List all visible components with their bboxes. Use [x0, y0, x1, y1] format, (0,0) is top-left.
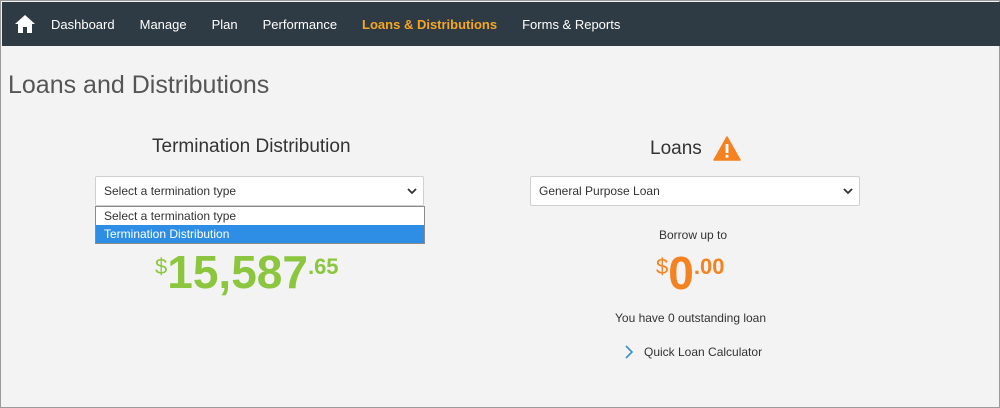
borrow-amount: $ 0 .00	[656, 248, 724, 298]
termination-heading: Termination Distribution	[152, 136, 351, 157]
termination-select-value: Select a termination type	[104, 184, 237, 198]
page-frame: Dashboard Manage Plan Performance Loans …	[0, 0, 1000, 408]
quick-loan-calculator-link[interactable]: Quick Loan Calculator	[623, 345, 762, 359]
chevron-down-icon	[843, 188, 853, 195]
termination-type-select[interactable]: Select a termination type	[95, 176, 424, 206]
dropdown-option-termination-distribution[interactable]: Termination Distribution	[96, 225, 424, 243]
nav-item-performance[interactable]: Performance	[263, 17, 337, 32]
balance-cents: .65	[307, 254, 339, 279]
currency-symbol: $	[155, 254, 168, 279]
warning-icon[interactable]	[713, 136, 741, 161]
borrow-whole: 0	[668, 247, 694, 299]
nav-item-plan[interactable]: Plan	[212, 17, 238, 32]
balance-whole: 15,587	[167, 246, 308, 298]
loans-heading: Loans	[650, 136, 741, 161]
dropdown-option-placeholder[interactable]: Select a termination type	[96, 207, 424, 225]
loan-type-select[interactable]: General Purpose Loan	[530, 176, 860, 206]
termination-type-dropdown: Select a termination type Termination Di…	[95, 206, 425, 244]
top-navigation-bar: Dashboard Manage Plan Performance Loans …	[2, 2, 1000, 46]
home-icon[interactable]	[14, 14, 36, 34]
borrow-up-to-label: Borrow up to	[659, 228, 728, 242]
nav-item-manage[interactable]: Manage	[140, 17, 187, 32]
vested-balance-amount: $ 15,587 .65	[155, 246, 339, 298]
loans-heading-label: Loans	[650, 137, 702, 159]
nav-item-dashboard[interactable]: Dashboard	[51, 17, 115, 32]
nav-item-forms-reports[interactable]: Forms & Reports	[522, 17, 620, 32]
outstanding-loans-text: You have 0 outstanding loan	[615, 311, 767, 325]
nav-item-loans-distributions[interactable]: Loans & Distributions	[362, 17, 497, 32]
quick-loan-calculator-label: Quick Loan Calculator	[644, 345, 763, 359]
currency-symbol: $	[656, 254, 669, 279]
loan-select-value: General Purpose Loan	[539, 184, 660, 198]
borrow-cents: .00	[693, 254, 725, 279]
chevron-right-icon	[625, 345, 634, 359]
chevron-down-icon	[407, 188, 417, 195]
page-title: Loans and Distributions	[8, 71, 270, 99]
